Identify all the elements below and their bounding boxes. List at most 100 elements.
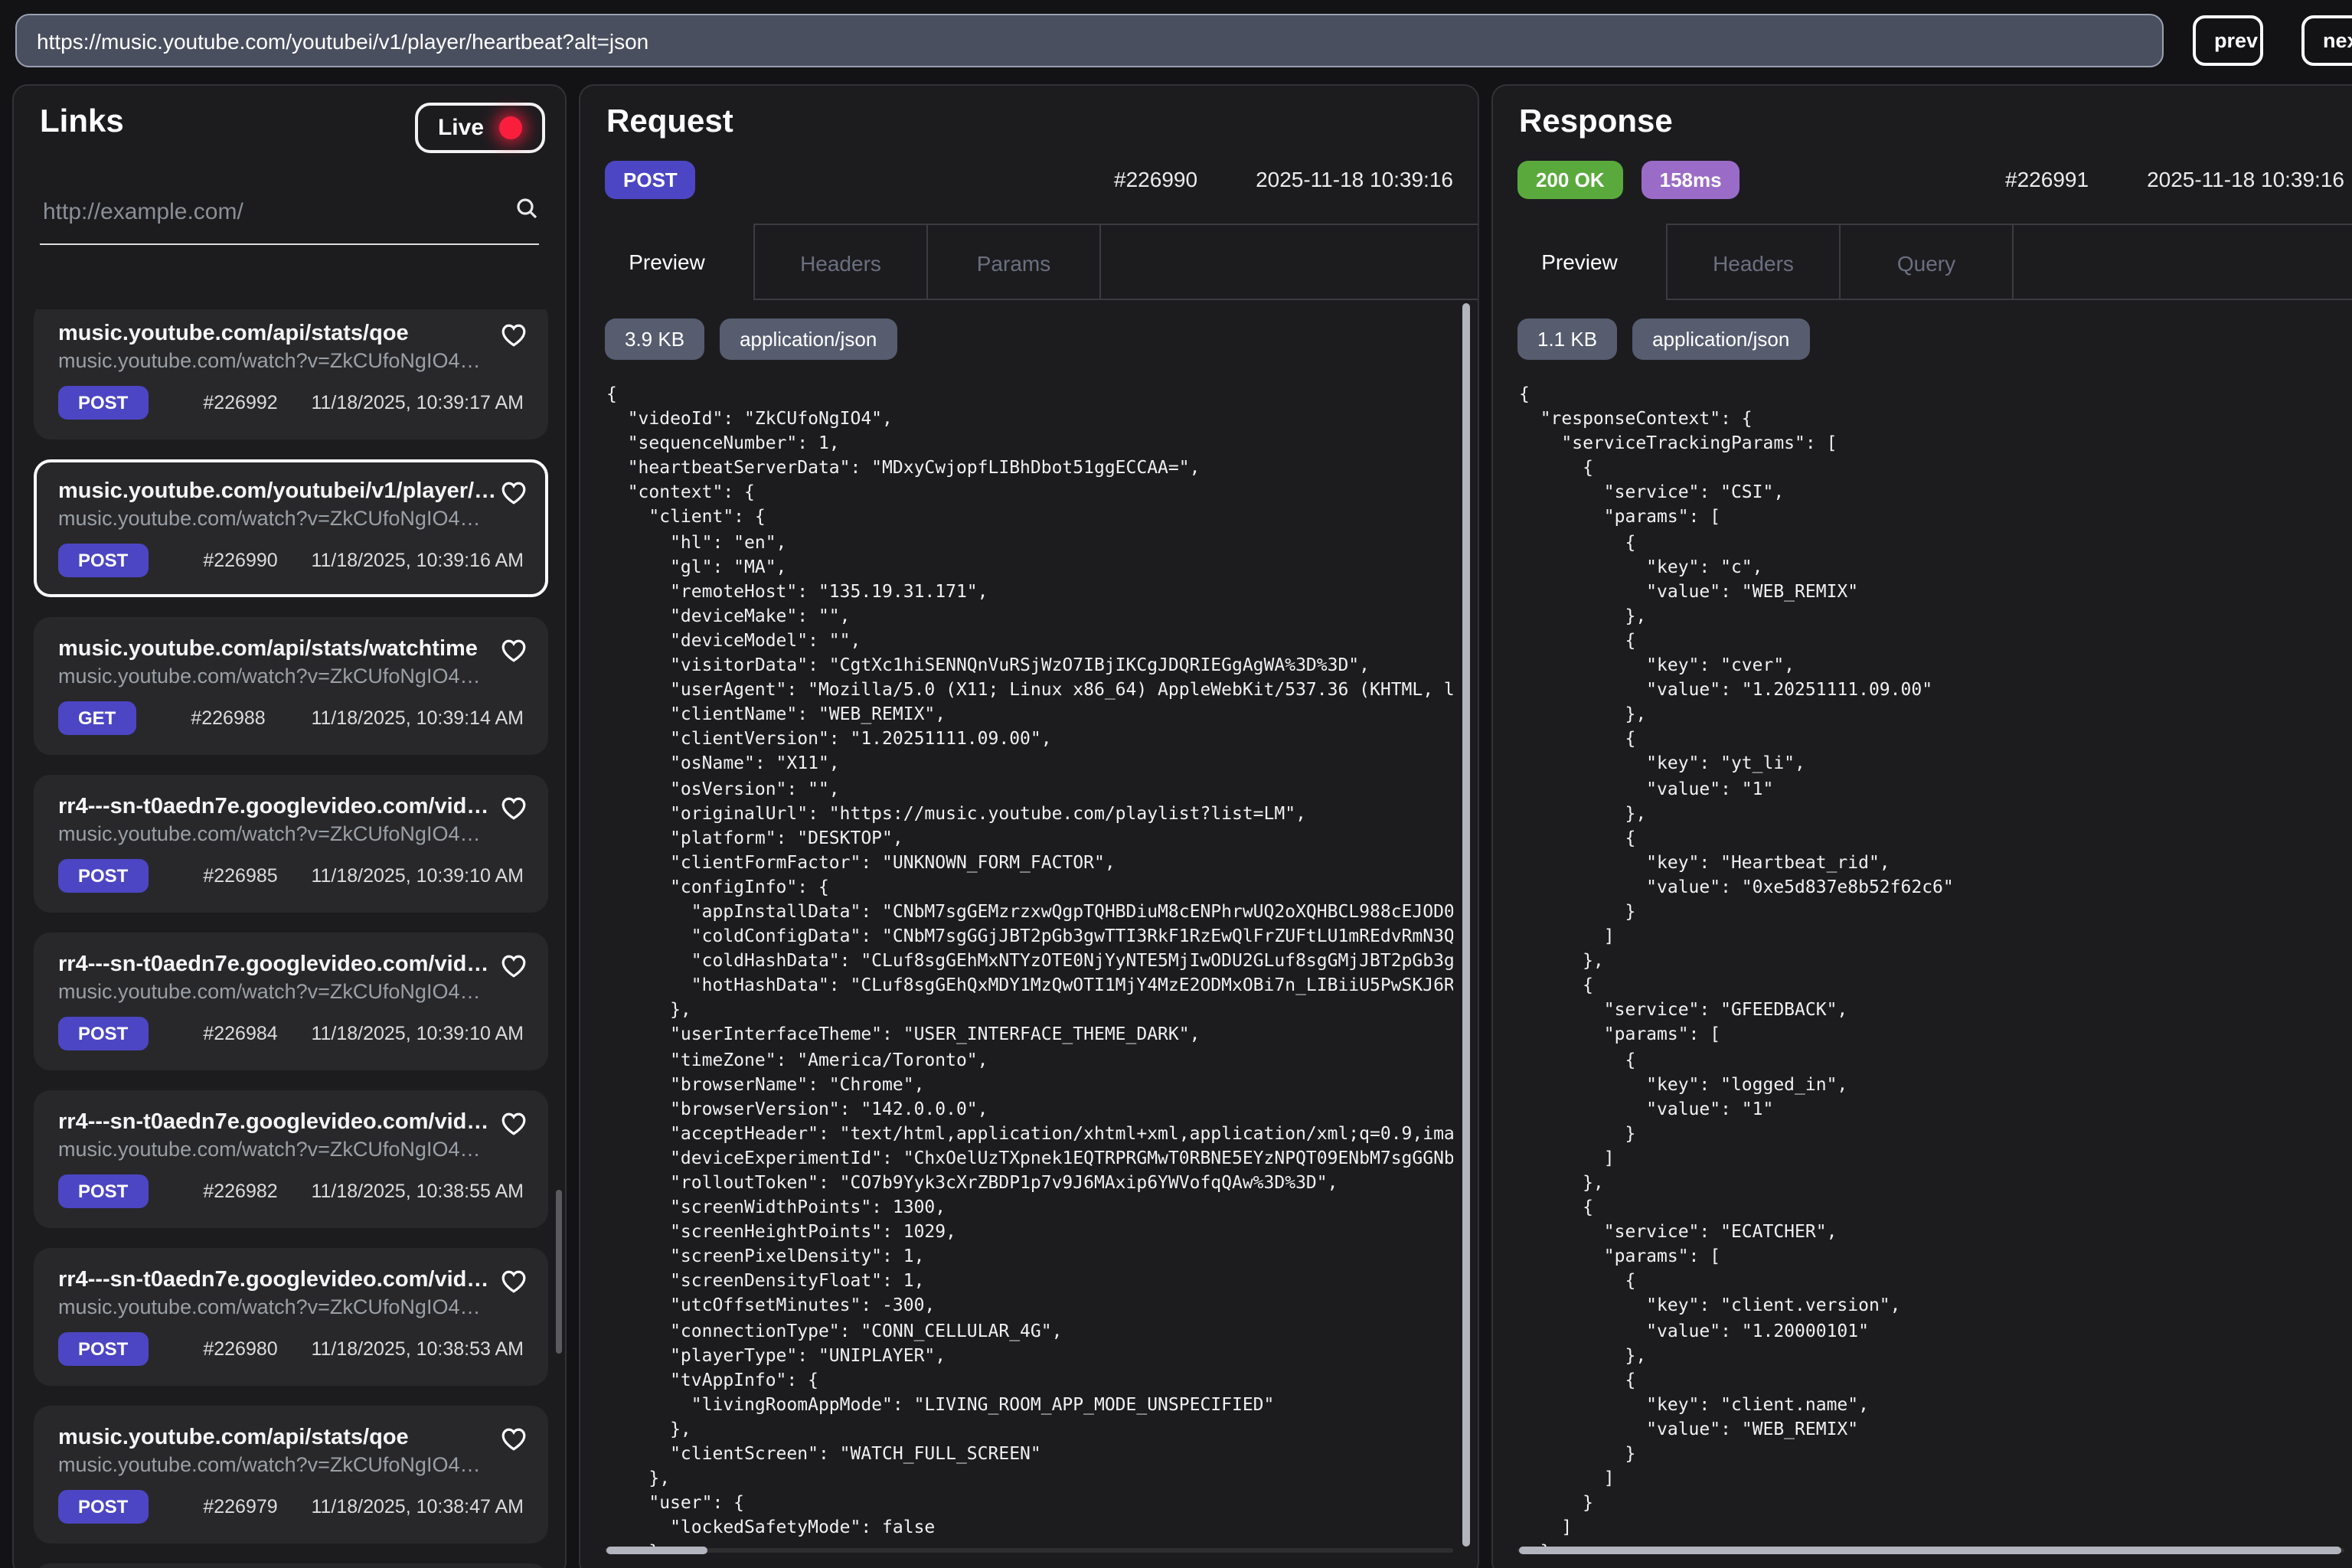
response-tabs: PreviewHeadersQuery — [1493, 224, 2352, 300]
request-list-item-page-url: music.youtube.com/watch?v=ZkCUfoNgIO4… — [58, 507, 524, 530]
links-panel: Links Live music.youtube.com/api/stats/q… — [12, 84, 567, 1568]
request-list-item-meta: POST #226979 11/18/2025, 10:38:47 AM — [58, 1490, 524, 1524]
links-search-row — [40, 181, 539, 245]
request-time: 11/18/2025, 10:38:55 AM — [311, 1181, 524, 1202]
request-time: 11/18/2025, 10:39:10 AM — [311, 1023, 524, 1044]
method-badge: POST — [58, 386, 148, 420]
prev-button[interactable]: prev — [2193, 15, 2263, 66]
request-number: #226988 — [191, 707, 265, 729]
response-badges-row: 1.1 KB application/json — [1517, 318, 1809, 360]
live-label: Live — [438, 115, 484, 141]
request-time: 11/18/2025, 10:39:16 AM — [311, 550, 524, 571]
request-list-item-title: rr4---sn-t0aedn7e.googlevideo.com/vid… — [58, 1110, 495, 1135]
request-list-item[interactable]: music.youtube.com/api/stats/qoe music.yo… — [34, 309, 548, 439]
request-list-item-title: rr4---sn-t0aedn7e.googlevideo.com/vid… — [58, 795, 495, 819]
request-list-item-meta: POST #226984 11/18/2025, 10:39:10 AM — [58, 1017, 524, 1050]
request-list-item-title: rr4---sn-t0aedn7e.googlevideo.com/vid… — [58, 952, 495, 977]
response-timing-badge: 158ms — [1642, 160, 1740, 198]
response-json-text: { "responseContext": { "serviceTrackingP… — [1517, 369, 2344, 1551]
request-time: 11/18/2025, 10:39:10 AM — [311, 865, 524, 887]
request-list-item-title: rr4---sn-t0aedn7e.googlevideo.com/vid… — [58, 1268, 495, 1292]
favorite-heart-icon[interactable] — [501, 796, 527, 828]
links-list[interactable]: music.youtube.com/api/stats/qoe music.yo… — [34, 309, 548, 1568]
app-window: prev next Links Live music.youtube.com/a… — [0, 0, 2352, 1568]
links-search-input[interactable] — [40, 198, 514, 227]
request-list-item[interactable]: rr4---sn-t0aedn7e.googlevideo.com/vid… m… — [34, 775, 548, 913]
request-list-item-title: music.youtube.com/api/stats/qoe — [58, 322, 495, 346]
request-list-item-meta: GET #226988 11/18/2025, 10:39:14 AM — [58, 701, 524, 735]
request-number: #226980 — [203, 1338, 277, 1360]
response-panel: Response 200 OK 158ms #226991 2025-11-18… — [1491, 84, 2352, 1568]
response-size-badge: 1.1 KB — [1517, 318, 1617, 360]
request-list-item-meta: POST #226990 11/18/2025, 10:39:16 AM — [58, 544, 524, 577]
tabs-filler — [1099, 224, 1478, 300]
request-number: #226992 — [203, 392, 277, 413]
live-recording-dot-icon — [499, 116, 522, 139]
request-list-item-page-url: music.youtube.com/watch?v=ZkCUfoNgIO4… — [58, 1453, 524, 1476]
request-number: #226984 — [203, 1023, 277, 1044]
tab-preview[interactable]: Preview — [1493, 224, 1666, 300]
tab-headers[interactable]: Headers — [1666, 224, 1839, 300]
live-toggle-button[interactable]: Live — [415, 103, 545, 153]
request-tabs: PreviewHeadersParams — [580, 224, 1478, 300]
request-list-item[interactable]: music.youtube.com/api/stats/qoe music.yo… — [34, 1406, 548, 1544]
favorite-heart-icon[interactable] — [501, 639, 527, 671]
method-badge: POST — [58, 859, 148, 893]
response-json-viewer[interactable]: { "responseContext": { "serviceTrackingP… — [1517, 369, 2344, 1551]
method-badge: POST — [58, 544, 148, 577]
request-list-item-title: music.youtube.com/youtubei/v1/player/… — [58, 479, 495, 504]
favorite-heart-icon[interactable] — [501, 1112, 527, 1144]
links-panel-title: Links — [40, 104, 124, 141]
request-list-item[interactable]: music.youtube.com/youtubei/v1/player/… m… — [34, 459, 548, 597]
request-list-item[interactable]: rr4---sn-t0aedn7e.googlevideo.com/vid… m… — [34, 1090, 548, 1228]
search-icon — [514, 196, 539, 228]
tab-headers[interactable]: Headers — [753, 224, 926, 300]
request-time: 11/18/2025, 10:38:47 AM — [311, 1496, 524, 1517]
request-badges-row: 3.9 KB application/json — [605, 318, 897, 360]
request-list-item[interactable]: rr4---sn-t0aedn7e.googlevideo.com/vid… m… — [34, 1248, 548, 1386]
request-id: #226990 — [1114, 167, 1197, 191]
request-number: #226979 — [203, 1496, 277, 1517]
request-vertical-scrollbar-thumb[interactable] — [1462, 303, 1470, 1547]
request-horizontal-scrollbar-thumb[interactable] — [606, 1547, 707, 1554]
method-badge: GET — [58, 701, 136, 735]
request-list-item-page-url: music.youtube.com/watch?v=ZkCUfoNgIO4… — [58, 822, 524, 845]
favorite-heart-icon[interactable] — [501, 1269, 527, 1302]
request-time: 11/18/2025, 10:38:53 AM — [311, 1338, 524, 1360]
links-scrollbar-thumb[interactable] — [556, 1190, 562, 1354]
request-horizontal-scrollbar-track[interactable] — [605, 1548, 1453, 1553]
request-list-item[interactable]: rr4---sn-t0aedn7e.googlevideo.com/vid… m… — [34, 1563, 548, 1568]
response-panel-title: Response — [1519, 104, 1673, 141]
tab-query[interactable]: Query — [1839, 224, 2012, 300]
request-json-viewer[interactable]: { "videoId": "ZkCUfoNgIO4", "sequenceNum… — [605, 369, 1453, 1551]
response-horizontal-scrollbar-thumb[interactable] — [1519, 1547, 2341, 1554]
favorite-heart-icon[interactable] — [501, 323, 527, 355]
request-header-row: POST #226990 2025-11-18 10:39:16 — [605, 158, 1453, 201]
tabs-filler — [2012, 224, 2352, 300]
request-content-type-badge: application/json — [720, 318, 897, 360]
url-input[interactable] — [15, 14, 2164, 67]
request-time: 11/18/2025, 10:39:14 AM — [311, 707, 524, 729]
tab-preview[interactable]: Preview — [580, 224, 753, 300]
next-button[interactable]: next — [2301, 15, 2352, 66]
method-badge: POST — [58, 1490, 148, 1524]
favorite-heart-icon[interactable] — [501, 481, 527, 513]
request-number: #226985 — [203, 865, 277, 887]
request-timestamp: 2025-11-18 10:39:16 — [1256, 167, 1453, 191]
response-timestamp: 2025-11-18 10:39:16 — [2147, 167, 2344, 191]
method-badge: POST — [58, 1174, 148, 1208]
request-list-item[interactable]: rr4---sn-t0aedn7e.googlevideo.com/vid… m… — [34, 933, 548, 1070]
tab-params[interactable]: Params — [926, 224, 1099, 300]
favorite-heart-icon[interactable] — [501, 954, 527, 986]
response-id: #226991 — [2005, 167, 2089, 191]
request-method-badge: POST — [605, 160, 696, 198]
request-list-item-page-url: music.youtube.com/watch?v=ZkCUfoNgIO4… — [58, 980, 524, 1003]
favorite-heart-icon[interactable] — [501, 1427, 527, 1459]
response-header-row: 200 OK 158ms #226991 2025-11-18 10:39:16 — [1517, 158, 2344, 201]
request-list-item-meta: POST #226992 11/18/2025, 10:39:17 AM — [58, 386, 524, 420]
request-number: #226990 — [203, 550, 277, 571]
request-list-item[interactable]: music.youtube.com/api/stats/watchtime mu… — [34, 617, 548, 755]
method-badge: POST — [58, 1017, 148, 1050]
method-badge: POST — [58, 1332, 148, 1366]
request-list-item-title: music.youtube.com/api/stats/qoe — [58, 1426, 495, 1450]
